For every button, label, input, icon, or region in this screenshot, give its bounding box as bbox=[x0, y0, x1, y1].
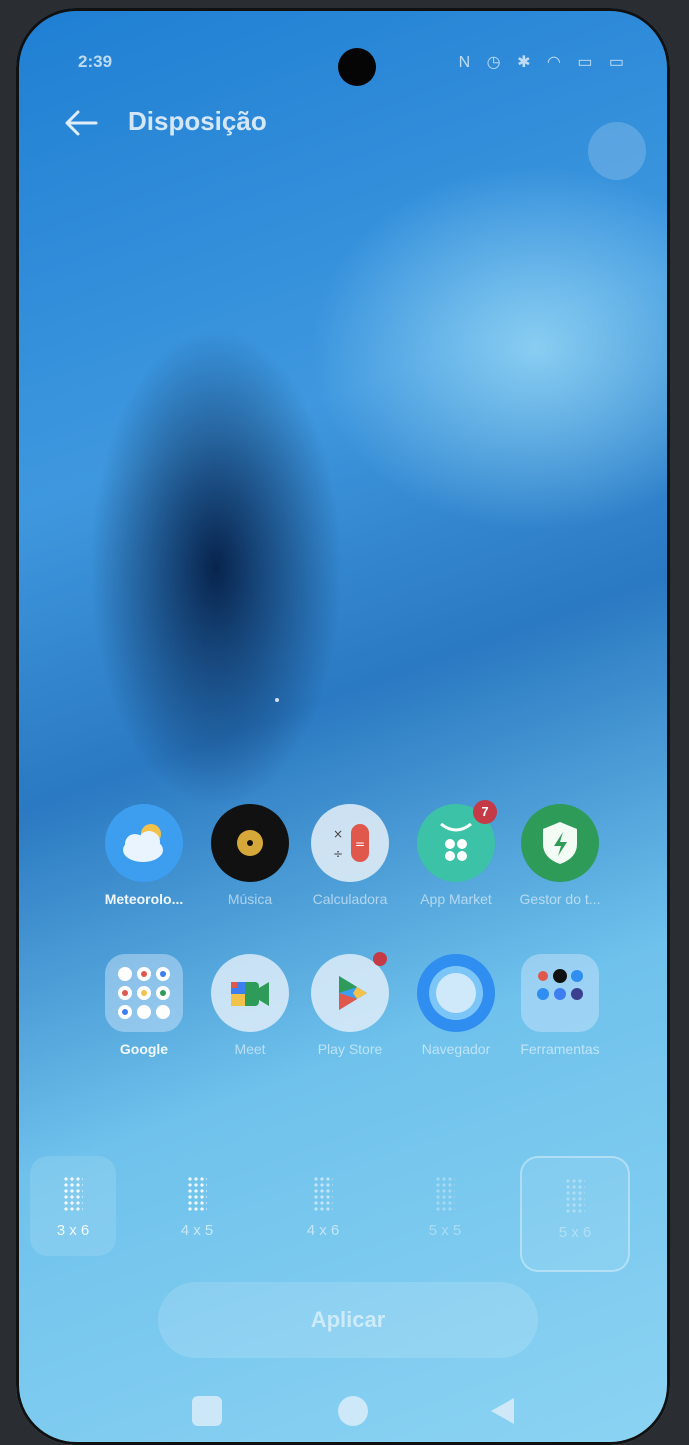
app-label: App Market bbox=[420, 891, 492, 907]
folder-tools[interactable]: Ferramentas bbox=[512, 948, 608, 1073]
back-button[interactable] bbox=[58, 100, 104, 146]
app-browser[interactable]: Navegador bbox=[408, 948, 504, 1073]
tools-folder-icon bbox=[521, 954, 599, 1032]
calculator-icon: × ÷ = bbox=[311, 804, 389, 882]
grid-option-label: 4 x 6 bbox=[306, 1222, 340, 1239]
app-meet[interactable]: Meet bbox=[202, 948, 298, 1073]
front-camera bbox=[338, 48, 376, 86]
grid-dots-icon bbox=[63, 1176, 83, 1212]
svg-text:×: × bbox=[333, 827, 343, 841]
grid-option-label: 5 x 6 bbox=[558, 1224, 592, 1241]
meet-icon bbox=[211, 954, 289, 1032]
triangle-back-icon bbox=[491, 1398, 514, 1424]
app-device-manager[interactable]: Gestor do t... bbox=[512, 798, 608, 923]
vinyl-icon bbox=[211, 804, 289, 882]
app-label: Calculadora bbox=[312, 891, 388, 907]
arrow-left-icon bbox=[65, 110, 98, 136]
market-icon: 7 bbox=[417, 800, 497, 882]
svg-text:÷: ÷ bbox=[333, 847, 343, 861]
status-bar: 2:39 N ◷ ✱ ◠ ▭ ▭ bbox=[16, 8, 670, 98]
google-folder-icon bbox=[105, 954, 183, 1032]
preview-toggle-button[interactable] bbox=[588, 122, 646, 180]
apply-button[interactable]: Aplicar bbox=[158, 1282, 538, 1358]
folder-google[interactable]: Google bbox=[96, 948, 192, 1073]
page-title: Disposição bbox=[128, 106, 267, 136]
nav-back-button[interactable] bbox=[486, 1394, 520, 1428]
grid-option-5x5[interactable]: 5 x 5 bbox=[402, 1156, 488, 1256]
status-time: 2:39 bbox=[78, 52, 113, 71]
browser-icon bbox=[417, 954, 495, 1032]
grid-option-label: 4 x 5 bbox=[180, 1222, 214, 1239]
grid-option-label: 5 x 5 bbox=[428, 1222, 462, 1239]
app-music[interactable]: Música bbox=[202, 798, 298, 923]
recents-button[interactable] bbox=[192, 1396, 222, 1426]
svg-text:=: = bbox=[355, 837, 365, 851]
notification-dot bbox=[373, 952, 387, 966]
app-label: Gestor do t... bbox=[519, 891, 601, 907]
app-calculator[interactable]: × ÷ = Calculadora bbox=[302, 798, 398, 923]
app-label: Meet bbox=[234, 1041, 266, 1057]
app-label: Google bbox=[119, 1041, 169, 1057]
grid-option-label: 3 x 6 bbox=[56, 1222, 90, 1239]
status-icons: N ◷ ✱ ◠ ▭ ▭ bbox=[458, 54, 630, 71]
play-store-icon bbox=[311, 952, 389, 1032]
app-label: Meteorolo... bbox=[104, 891, 184, 907]
app-label: Ferramentas bbox=[520, 1041, 600, 1057]
shield-bolt-icon bbox=[521, 804, 599, 882]
app-market[interactable]: 7 App Market bbox=[408, 798, 504, 923]
grid-dots-icon bbox=[565, 1178, 585, 1214]
app-label: Música bbox=[227, 891, 273, 907]
grid-option-3x6[interactable]: 3 x 6 bbox=[30, 1156, 116, 1256]
cloud-sun-icon bbox=[105, 804, 183, 882]
grid-dots-icon bbox=[313, 1176, 333, 1212]
grid-dots-icon bbox=[435, 1176, 455, 1212]
home-button[interactable] bbox=[338, 1396, 368, 1426]
app-label: Play Store bbox=[317, 1041, 383, 1057]
app-label: Navegador bbox=[421, 1041, 491, 1057]
grid-option-4x5[interactable]: 4 x 5 bbox=[154, 1156, 240, 1256]
page-indicator-dot bbox=[275, 698, 279, 702]
notification-badge: 7 bbox=[473, 800, 497, 824]
grid-dots-icon bbox=[187, 1176, 207, 1212]
phone-screen: 2:39 N ◷ ✱ ◠ ▭ ▭ Disposição Meteorolo... bbox=[16, 8, 670, 1445]
app-weather[interactable]: Meteorolo... bbox=[96, 798, 192, 923]
grid-option-4x6[interactable]: 4 x 6 bbox=[280, 1156, 366, 1256]
grid-option-5x6[interactable]: 5 x 6 bbox=[520, 1156, 630, 1272]
app-play-store[interactable]: Play Store bbox=[302, 948, 398, 1073]
